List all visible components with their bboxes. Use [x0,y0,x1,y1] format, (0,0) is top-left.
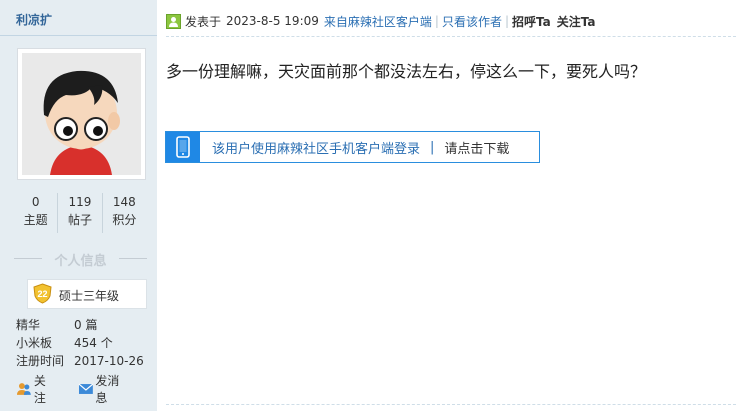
download-link[interactable]: 请点击下载 [444,138,509,157]
rank-level: 22 [37,289,47,299]
profile-row: 注册时间 2017-10-26 [16,352,151,370]
stat-label: 主题 [23,213,48,227]
greet-link[interactable]: 招呼Ta [512,13,551,30]
profile-value: 454 个 [74,336,113,350]
author-stats: 0 主题 119 帖子 148 积分 [14,193,146,233]
profile-value: 2017-10-26 [74,354,144,368]
stat-points[interactable]: 148 积分 [101,193,146,233]
profile-value: 0 篇 [74,318,98,332]
stat-threads[interactable]: 0 主题 [14,193,57,233]
posted-time: 2023-8-5 19:09 [226,14,319,28]
posted-prefix: 发表于 [185,14,222,29]
stat-value: 119 [68,195,92,209]
stat-value: 148 [112,195,136,209]
profile-row: 小米板 454 个 [16,334,151,352]
follow-button[interactable]: 关注 [16,374,58,405]
message-label: 发消息 [95,374,120,405]
header-divider [166,36,736,37]
follow-label: 关注 [33,374,46,405]
post-header: 发表于 2023-8-5 19:09 来自麻辣社区客户端 | 只看该作者 | 招… [166,11,726,31]
rank-title: 硕士三年级 [59,289,120,303]
author-actions: 关注 发消息 [16,374,151,405]
divider: | [434,14,439,28]
stat-value: 0 [31,195,40,209]
avatar-image [22,53,141,175]
profile-key: 小米板 [16,336,53,350]
avatar[interactable] [17,48,146,180]
client-source-link[interactable]: 来自麻辣社区客户端 [324,13,432,30]
profile-list: 精华 0 篇 小米板 454 个 注册时间 2017-10-26 [16,316,151,370]
only-author-link[interactable]: 只看该作者 [442,13,502,30]
personal-info-heading: 个人信息 [14,250,147,269]
divider: | [504,14,510,28]
rank-shield-icon: 22 [33,283,52,304]
rank-box: 22 硕士三年级 [27,279,147,309]
stat-label: 帖子 [67,213,92,227]
profile-key: 注册时间 [16,354,65,368]
phone-icon [166,132,200,162]
profile-key: 精华 [16,318,41,332]
footer-divider [166,404,736,405]
profile-row: 精华 0 篇 [16,316,151,334]
author-username[interactable]: 利凉扩 [0,0,157,36]
author-sidebar: 利凉扩 0 主题 119 帖子 148 积分 个人信息 22 硕士三年级 精华 … [0,0,157,411]
stat-posts[interactable]: 119 帖子 [57,193,101,233]
users-icon [16,383,31,395]
online-status-icon [166,13,181,29]
post-text: 多一份理解嘛，天灾面前那个都没法左右，停这么一下，要死人吗？ [166,62,647,81]
post-content-area: 发表于 2023-8-5 19:09 来自麻辣社区客户端 | 只看该作者 | 招… [157,0,736,411]
send-message-button[interactable]: 发消息 [78,374,131,405]
envelope-icon [78,383,93,394]
divider: | [430,139,435,155]
mobile-client-banner[interactable]: 该用户使用麻辣社区手机客户端登录 | 请点击下载 [165,131,540,163]
stat-label: 积分 [112,213,137,227]
follow-ta-link[interactable]: 关注Ta [557,13,596,30]
mobile-login-text: 该用户使用麻辣社区手机客户端登录 [212,141,421,157]
